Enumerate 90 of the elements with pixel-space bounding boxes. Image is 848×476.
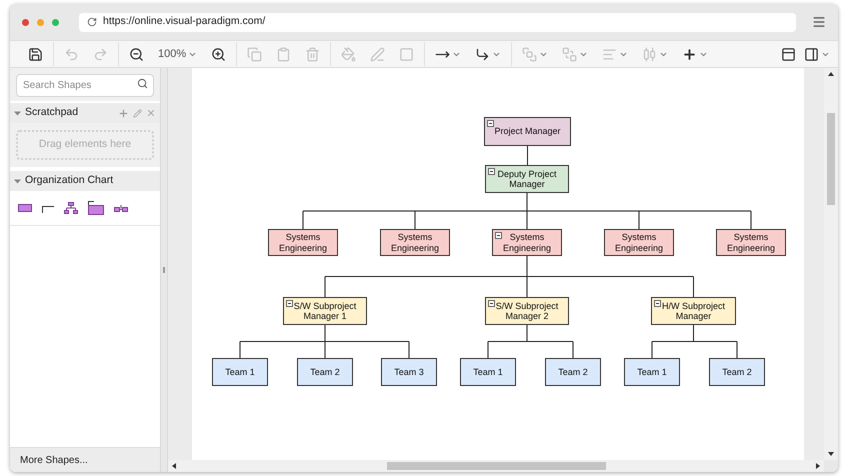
org-node[interactable]: H/W Subproject Manager [651,297,736,325]
trash-icon [305,46,320,62]
toolbar-button[interactable]: 100% [154,42,202,66]
scroll-down-icon[interactable] [828,452,834,456]
section-title: Organization Chart [25,173,114,188]
org-node[interactable]: Systems Engineering [268,229,338,256]
org-node[interactable]: Project Manager [484,117,571,146]
scroll-up-icon[interactable] [828,72,834,76]
drop-hint: Drag elements here [38,137,132,152]
panel-icon [781,46,796,62]
address-bar[interactable]: https://online.visual-paradigm.com/ [79,12,796,32]
node-label: Systems Engineering [726,232,776,253]
zoom-out-icon [129,46,144,62]
collapse-icon[interactable] [495,232,502,239]
rectangle-shape-icon[interactable] [18,204,32,212]
org-node[interactable]: Systems Engineering [380,229,450,256]
scrollbar-thumb[interactable] [827,113,835,205]
paint-bucket-icon [341,46,356,62]
node-label: Systems Engineering [390,232,440,253]
org-node[interactable]: Team 2 [709,358,765,386]
scroll-left-icon[interactable] [172,463,176,469]
reload-icon [87,17,97,27]
horizontal-scrollbar[interactable] [168,460,824,472]
elbow-line-icon[interactable] [42,203,54,213]
connector-line [527,146,528,166]
node-label: S/W Subproject Manager 1 [293,300,357,322]
node-label: Systems Engineering [502,232,552,253]
plus-icon [118,108,129,118]
node-label: Deputy Project Manager [496,168,558,190]
collapse-triangle-icon [14,178,21,184]
node-label: Team 2 [558,366,588,378]
save-icon [28,46,43,62]
collapse-triangle-icon [14,110,21,116]
collapse-icon[interactable] [487,120,494,127]
org-node[interactable]: Team 2 [297,358,353,386]
branch-shape-icon[interactable] [114,204,128,212]
node-label: Team 2 [722,366,752,378]
collapse-icon[interactable] [488,168,495,175]
plus-icon [682,46,698,62]
org-node[interactable]: Systems Engineering [492,229,562,256]
pencil-icon [133,108,142,118]
section-header[interactable]: Organization Chart [10,171,160,191]
collapse-icon[interactable] [654,300,661,307]
node-label: Team 1 [225,366,255,378]
org-node[interactable]: Team 1 [460,358,516,386]
org-node[interactable]: S/W Subproject Manager 2 [485,297,569,325]
node-label: Systems Engineering [614,232,664,253]
copy-icon [247,46,262,62]
scroll-right-icon[interactable] [816,463,820,469]
node-label: S/W Subproject Manager 2 [495,300,559,322]
pen-icon [370,46,386,62]
url-text: https://online.visual-paradigm.com/ [103,14,266,30]
node-label: Team 2 [310,366,340,378]
distribute-icon [642,46,658,62]
collapse-icon[interactable] [286,300,293,307]
search-field[interactable]: Search Shapes [16,74,154,97]
node-label: Team 1 [473,366,503,378]
node-label: Project Manager [494,126,561,137]
collapse-icon[interactable] [488,300,495,307]
org-node[interactable]: Systems Engineering [604,229,674,256]
node-label: Systems Engineering [278,232,328,253]
org-node[interactable]: S/W Subproject Manager 1 [283,297,367,325]
vertical-scrollbar[interactable] [824,68,838,460]
org-node[interactable]: Team 1 [212,358,268,386]
square-icon [399,46,414,62]
layers-icon [562,46,578,62]
redo-icon [93,46,108,62]
section-title: Scratchpad [25,105,80,120]
scrollbar-thumb[interactable] [387,462,606,470]
menu-icon [812,15,826,29]
elbow-arrow-icon [475,46,490,62]
layers-icon [522,46,538,62]
section-header[interactable]: Scratchpad [10,103,160,123]
close-icon [146,108,156,118]
container-shape-icon[interactable] [88,201,104,215]
org-node[interactable]: Team 3 [381,358,437,386]
node-label: H/W Subproject Manager [661,300,726,322]
undo-icon [64,46,79,62]
node-label: Team 1 [637,366,667,378]
search-icon [137,78,148,89]
panel-icon [804,46,819,62]
org-node[interactable]: Systems Engineering [716,229,786,256]
clipboard-icon [276,46,292,62]
org-node[interactable]: Deputy Project Manager [485,165,569,193]
org-tree-icon[interactable] [64,202,78,214]
org-node[interactable]: Team 2 [545,358,601,386]
org-node[interactable]: Team 1 [624,358,680,386]
align-icon [602,46,618,62]
node-label: Team 3 [394,366,424,378]
zoom-in-icon [211,46,226,62]
